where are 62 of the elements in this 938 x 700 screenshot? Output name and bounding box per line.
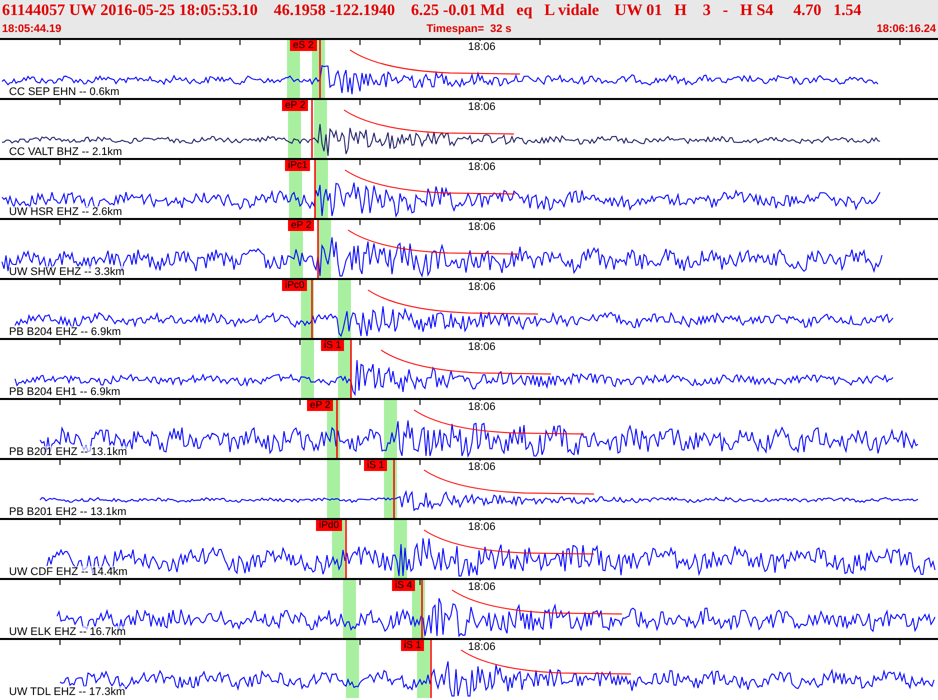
seismogram-trace[interactable]: iPc0 18:06 PB B204 EHZ -- 6.9km <box>0 278 938 338</box>
station-label: UW HSR EHZ -- 2.6km <box>9 206 122 218</box>
end-time: 18:06:16.24 <box>876 23 936 35</box>
pick-line <box>430 640 432 698</box>
pick-line <box>350 340 352 398</box>
station-label: UW SHW EHZ -- 3.3km <box>9 266 124 278</box>
station-label: CC VALT BHZ -- 2.1km <box>9 146 122 158</box>
seismogram-trace[interactable]: eP 2 18:06 PB B201 EHZ -- 13.1km <box>0 398 938 458</box>
time-mark: 18:06 <box>468 581 496 593</box>
station-label: PB B204 EH1 -- 6.9km <box>9 386 120 398</box>
seismogram-trace[interactable]: iS 1 18:06 PB B204 EH1 -- 6.9km <box>0 338 938 398</box>
pick-line <box>311 100 313 158</box>
time-mark: 18:06 <box>468 221 496 233</box>
station-label: PB B201 EHZ -- 13.1km <box>9 446 127 458</box>
phase-pick-label[interactable]: iS 1 <box>364 460 388 471</box>
seismogram-trace[interactable]: iPc1 18:06 UW HSR EHZ -- 2.6km <box>0 158 938 218</box>
time-mark: 18:06 <box>468 341 496 353</box>
phase-pick-label[interactable]: iPc1 <box>285 160 310 171</box>
time-mark: 18:06 <box>468 41 496 53</box>
pick-line <box>336 400 338 458</box>
pick-line <box>393 460 395 518</box>
pick-window-drawing <box>301 340 351 398</box>
pick-window-drawing <box>327 460 397 518</box>
start-time: 18:05:44.19 <box>2 23 62 35</box>
station-label: CC SEP EHN -- 0.6km <box>9 86 120 98</box>
pick-line <box>345 520 347 578</box>
station-label: PB B204 EHZ -- 6.9km <box>9 326 121 338</box>
seismogram-trace[interactable]: eP 2 18:06 CC VALT BHZ -- 2.1km <box>0 98 938 158</box>
phase-pick-label[interactable]: iPd0 <box>316 520 342 531</box>
station-label: UW TDL EHZ -- 17.3km <box>9 686 126 698</box>
phase-pick-label[interactable]: eP 2 <box>282 100 308 111</box>
event-summary: 61144057 UW 2016-05-25 18:05:53.10 46.1958 -122.1940 6.25 -0.01 Md eq L vidale UW 01 H 3 - H S4 4.70 1.54 <box>2 1 862 21</box>
phase-pick-label[interactable]: eS 2 <box>290 40 317 51</box>
seismogram-trace[interactable]: iS 4 18:06 UW ELK EHZ -- 16.7km <box>0 578 938 638</box>
time-mark: 18:06 <box>468 281 496 293</box>
seismogram-trace[interactable]: iS 1 18:06 PB B201 EH2 -- 13.1km <box>0 458 938 518</box>
phase-pick-label[interactable]: iS 1 <box>401 640 424 651</box>
pick-line <box>319 40 321 98</box>
pick-line <box>311 280 313 338</box>
pick-line <box>421 580 423 638</box>
time-mark: 18:06 <box>468 461 496 473</box>
seismogram-trace[interactable]: eP 2 18:06 UW SHW EHZ -- 3.3km <box>0 218 938 278</box>
pick-line <box>314 160 316 218</box>
phase-pick-label[interactable]: iS 1 <box>321 340 344 351</box>
phase-pick-label[interactable]: eP 2 <box>307 400 334 411</box>
seismogram-trace[interactable]: iPd0 18:06 UW CDF EHZ -- 14.4km <box>0 518 938 578</box>
phase-pick-label[interactable]: iPc0 <box>282 280 308 291</box>
time-mark: 18:06 <box>468 401 496 413</box>
station-label: PB B201 EH2 -- 13.1km <box>9 506 126 518</box>
station-label: UW ELK EHZ -- 16.7km <box>9 626 126 638</box>
pick-window-drawing <box>327 400 397 458</box>
time-mark: 18:06 <box>468 161 496 173</box>
time-mark: 18:06 <box>468 521 496 533</box>
time-mark: 18:06 <box>468 101 496 113</box>
station-label: UW CDF EHZ -- 14.4km <box>9 566 128 578</box>
time-mark: 18:06 <box>468 641 496 653</box>
pick-line <box>317 220 319 278</box>
timespan-label: Timespan= 32 s <box>426 23 512 35</box>
seismogram-trace[interactable]: eS 2 18:06 CC SEP EHN -- 0.6km <box>0 38 938 98</box>
phase-pick-label[interactable]: iS 4 <box>392 580 416 591</box>
seismogram-trace[interactable]: iS 1 18:06 UW TDL EHZ -- 17.3km <box>0 638 938 698</box>
phase-pick-label[interactable]: eP 2 <box>288 220 314 231</box>
